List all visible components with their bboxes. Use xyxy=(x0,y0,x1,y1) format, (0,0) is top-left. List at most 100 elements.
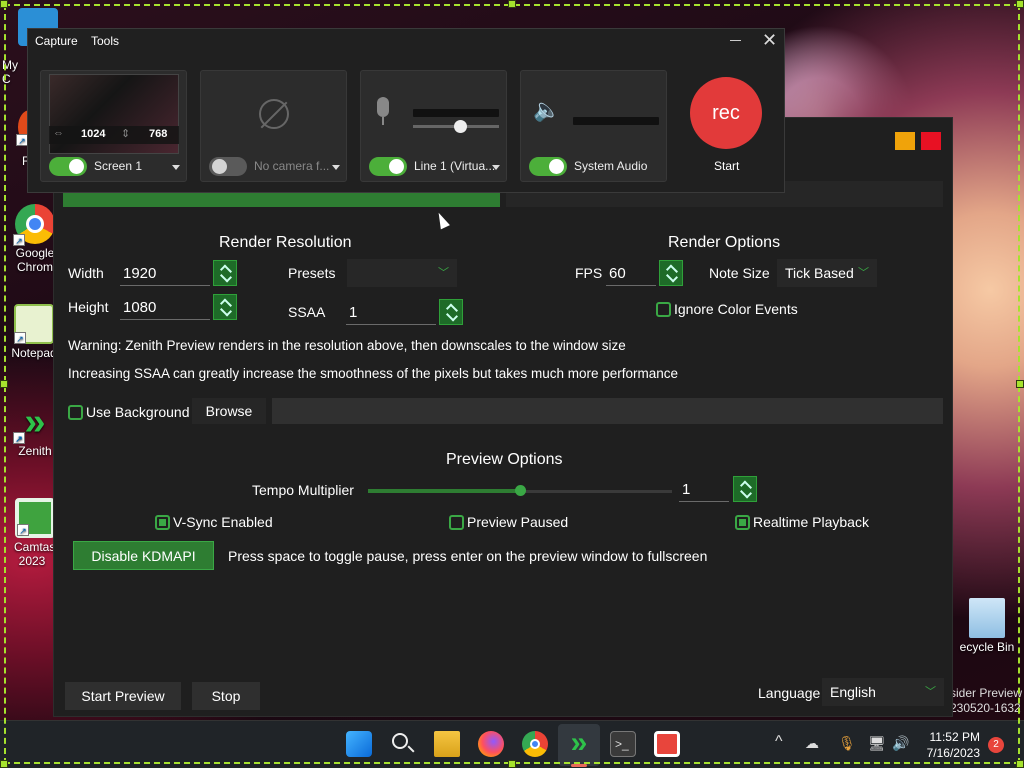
record-button[interactable]: rec xyxy=(690,77,762,149)
clock-date: 7/16/2023 xyxy=(926,746,980,760)
minimize-icon[interactable] xyxy=(730,40,741,41)
desktop-icon-f[interactable]: ↗ F xyxy=(8,110,42,168)
tempo-slider-fill xyxy=(368,489,520,493)
minimize-button[interactable] xyxy=(895,132,915,150)
close-icon[interactable]: ✕ xyxy=(762,30,777,51)
chevron-down-icon: ﹀ xyxy=(438,267,449,279)
camtasia-icon: ↗ xyxy=(15,498,55,538)
toggle-knob xyxy=(69,159,84,174)
preview-options-title: Preview Options xyxy=(446,451,563,468)
show-hidden-icons-chevron-icon[interactable]: ^ xyxy=(775,733,783,751)
use-background-checkbox[interactable] xyxy=(68,405,83,420)
preview-paused-label: Preview Paused xyxy=(467,514,569,530)
tempo-spinner[interactable] xyxy=(733,476,757,502)
realtime-playback-checkbox[interactable] xyxy=(735,515,750,530)
desktop-icon-my-computer[interactable]: My C xyxy=(0,8,58,86)
stop-button[interactable]: Stop xyxy=(192,682,260,710)
height-input[interactable]: 1080 xyxy=(120,296,210,320)
selection-handle[interactable] xyxy=(0,380,8,388)
screen-dimensions: ⇔ 1024 ⇕ 768 xyxy=(49,126,179,144)
browse-button[interactable]: Browse xyxy=(192,398,266,424)
ssaa-input[interactable]: 1 xyxy=(346,301,436,325)
ssaa-spinner[interactable] xyxy=(439,299,463,325)
chrome-taskbar-icon[interactable] xyxy=(522,731,548,757)
camtasia-taskbar-icon[interactable] xyxy=(654,731,680,757)
menu-capture[interactable]: Capture xyxy=(35,34,78,48)
note-size-label: Note Size xyxy=(709,265,770,281)
height-spinner[interactable] xyxy=(213,294,237,320)
screen-panel[interactable]: ⇔ 1024 ⇕ 768 Screen 1 xyxy=(40,70,187,182)
file-explorer-icon[interactable] xyxy=(434,731,460,757)
language-dropdown[interactable]: English ﹀ xyxy=(822,678,944,706)
warning-resolution: Warning: Zenith Preview renders in the r… xyxy=(68,338,626,353)
microphone-icon xyxy=(377,97,389,117)
mic-stand-icon xyxy=(382,117,384,125)
clock-time: 11:52 PM xyxy=(929,730,980,744)
realtime-playback-label: Realtime Playback xyxy=(753,514,869,530)
system-audio-toggle[interactable] xyxy=(529,157,567,176)
clock[interactable]: 11:52 PM 7/16/2023 xyxy=(924,729,980,761)
warning-ssaa: Increasing SSAA can greatly increase the… xyxy=(68,366,679,381)
selection-handle[interactable] xyxy=(508,0,516,8)
recycle-bin-icon xyxy=(969,598,1005,638)
vsync-checkbox[interactable] xyxy=(155,515,170,530)
start-menu-icon[interactable] xyxy=(346,731,372,757)
tempo-slider[interactable] xyxy=(368,485,672,496)
tempo-label: Tempo Multiplier xyxy=(252,482,354,498)
microphone-toggle[interactable] xyxy=(369,157,407,176)
camera-panel[interactable]: No camera f... xyxy=(200,70,347,182)
selection-handle[interactable] xyxy=(1016,380,1024,388)
capture-toolbar: Capture Tools ✕ ⇔ 1024 ⇕ 768 Screen 1 No… xyxy=(27,28,785,193)
width-input[interactable]: 1920 xyxy=(120,262,210,286)
tempo-slider-thumb[interactable] xyxy=(515,485,526,496)
caret-down-icon[interactable] xyxy=(492,165,500,170)
notification-badge[interactable]: 2 xyxy=(988,737,1004,753)
camera-label: No camera f... xyxy=(254,159,330,173)
presets-dropdown[interactable]: ﹀ xyxy=(347,259,457,287)
menu-tools[interactable]: Tools xyxy=(91,34,119,48)
use-background-label: Use Background xyxy=(86,404,190,420)
close-button[interactable] xyxy=(921,132,941,150)
caret-down-icon[interactable] xyxy=(172,165,180,170)
background-path-input[interactable] xyxy=(272,398,943,424)
width-spinner[interactable] xyxy=(213,260,237,286)
selection-handle[interactable] xyxy=(508,760,516,768)
note-size-dropdown[interactable]: Tick Based ﹀ xyxy=(777,259,877,287)
fps-spinner[interactable] xyxy=(659,260,683,286)
selection-handle[interactable] xyxy=(1016,0,1024,8)
zenith-icon: » ↗ xyxy=(13,402,55,444)
zenith-taskbar-icon[interactable]: » xyxy=(566,728,592,758)
camera-toggle[interactable] xyxy=(209,157,247,176)
toggle-knob xyxy=(389,159,404,174)
width-arrows-icon: ⇔ xyxy=(53,127,64,139)
selection-handle[interactable] xyxy=(0,0,8,8)
microphone-tray-icon[interactable]: 🎙 xyxy=(838,735,856,752)
height-arrows-icon: ⇕ xyxy=(121,128,131,140)
onedrive-icon[interactable]: ☁ xyxy=(805,735,819,752)
ignore-color-checkbox[interactable] xyxy=(656,302,671,317)
start-preview-button[interactable]: Start Preview xyxy=(65,682,181,710)
firefox-icon[interactable] xyxy=(478,731,504,757)
system-audio-panel[interactable]: 🔈 System Audio xyxy=(520,70,667,182)
vsync-label: V-Sync Enabled xyxy=(173,514,273,530)
selection-handle[interactable] xyxy=(1016,760,1024,768)
slider-thumb[interactable] xyxy=(454,120,468,133)
tempo-input[interactable]: 1 xyxy=(679,478,729,502)
system-audio-level-meter xyxy=(573,117,659,125)
screen-toggle[interactable] xyxy=(49,157,87,176)
ignore-color-label: Ignore Color Events xyxy=(674,301,798,317)
microphone-panel[interactable]: Line 1 (Virtua... xyxy=(360,70,507,182)
preview-paused-checkbox[interactable] xyxy=(449,515,464,530)
disable-kdmapi-button[interactable]: Disable KDMAPI xyxy=(73,541,214,570)
screen-height[interactable]: 768 xyxy=(149,128,167,140)
desktop-icon-recycle-bin[interactable]: ecycle Bin xyxy=(950,598,1024,654)
network-icon[interactable]: 🖥 xyxy=(868,735,886,752)
selection-handle[interactable] xyxy=(0,760,8,768)
screen-width[interactable]: 1024 xyxy=(81,128,105,140)
terminal-icon[interactable]: >_ xyxy=(610,731,636,757)
microphone-volume-slider[interactable] xyxy=(413,120,499,133)
fps-input[interactable]: 60 xyxy=(606,262,656,286)
volume-icon[interactable]: 🔊 xyxy=(892,735,909,752)
search-icon[interactable] xyxy=(390,731,416,757)
caret-down-icon[interactable] xyxy=(332,165,340,170)
